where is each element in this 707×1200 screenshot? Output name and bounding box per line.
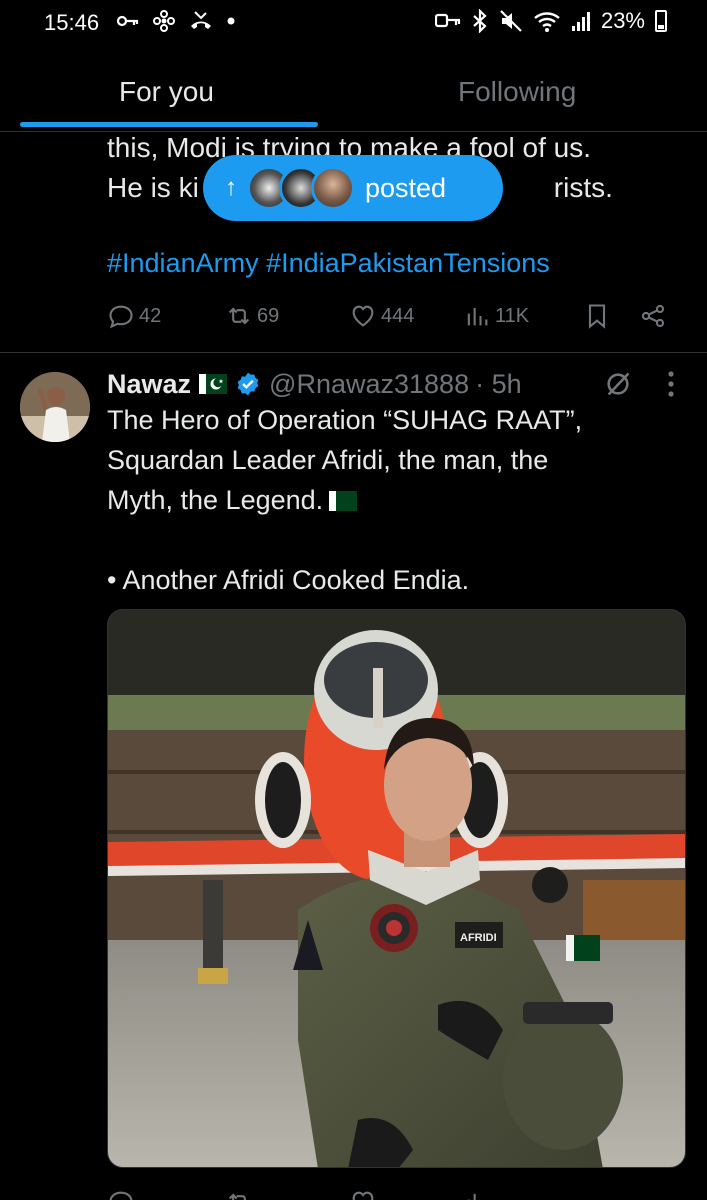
- active-tab-indicator: [20, 122, 318, 127]
- repost-button[interactable]: [225, 1188, 253, 1200]
- status-right-icons: 23%: [434, 8, 667, 34]
- reply-button[interactable]: [107, 1188, 135, 1200]
- repost-count: 69: [257, 304, 280, 327]
- key-icon: [116, 15, 139, 27]
- more-icon[interactable]: [658, 366, 684, 402]
- share-icon: [641, 304, 665, 328]
- author-name[interactable]: Nawaz: [107, 369, 191, 400]
- status-left-icons: [116, 9, 236, 33]
- reply-button[interactable]: 42: [107, 302, 161, 330]
- pilot-photo: AFRIDI: [108, 610, 685, 1167]
- poster-avatar-3: [311, 166, 355, 210]
- views-icon: [467, 307, 488, 326]
- like-button[interactable]: [349, 1188, 377, 1200]
- tweet-media-image[interactable]: AFRIDI: [107, 609, 686, 1168]
- status-bar: 15:46 23%: [0, 0, 707, 48]
- bookmark-icon: [588, 304, 606, 329]
- status-time: 15:46: [44, 10, 100, 35]
- mute-icon: [500, 10, 522, 32]
- like-icon: [352, 1191, 374, 1200]
- author-handle[interactable]: @Rnawaz31888: [269, 369, 469, 400]
- views-button[interactable]: [463, 1188, 491, 1200]
- repost-button[interactable]: 69: [225, 302, 279, 330]
- tweet-line-1: The Hero of Operation “SUHAG RAAT”,: [107, 405, 583, 435]
- repost-icon: [228, 1193, 246, 1200]
- bluetooth-icon: [473, 9, 487, 33]
- reply-icon: [109, 1191, 133, 1200]
- share-button[interactable]: [639, 302, 667, 330]
- tweet-timestamp[interactable]: · 5h: [475, 369, 522, 400]
- repost-icon: [228, 307, 250, 325]
- tweet-line-2: Squardan Leader Afridi, the man, the: [107, 445, 549, 475]
- previous-tweet-actions: 42 69 444 11K: [107, 302, 677, 336]
- new-posts-label: posted: [365, 172, 447, 203]
- tweet-bullet: • Another Afridi Cooked Endia.: [107, 565, 470, 595]
- battery-icon: [655, 10, 667, 32]
- pakistan-flag-icon: [329, 491, 358, 511]
- views-count: 11K: [495, 304, 530, 327]
- fan-icon: [153, 10, 175, 32]
- previous-tweet-hashtags[interactable]: #IndianArmy #IndiaPakistanTensions: [107, 248, 550, 279]
- key-icon: [434, 13, 461, 28]
- dot-icon: [227, 17, 235, 25]
- tweet-actions: [107, 1188, 677, 1200]
- name-patch-text: AFRIDI: [460, 932, 497, 944]
- views-button[interactable]: 11K: [463, 302, 529, 330]
- avatar[interactable]: [20, 372, 90, 442]
- tweet-line-3: Myth, the Legend.: [107, 480, 677, 520]
- timeline-tabs: For you Following: [0, 62, 707, 132]
- tweet-text[interactable]: The Hero of Operation “SUHAG RAAT”, Squa…: [107, 400, 677, 600]
- verified-icon: [237, 372, 259, 396]
- views-icon: [467, 1193, 476, 1200]
- up-arrow-icon: ↑: [225, 174, 237, 201]
- tab-for-you[interactable]: For you: [119, 76, 214, 108]
- reply-icon: [109, 305, 133, 329]
- bookmark-button[interactable]: [583, 302, 611, 330]
- tweet-header: Nawaz @Rnawaz31888 · 5h: [107, 366, 522, 402]
- battery-percent: 23%: [600, 8, 645, 33]
- pakistan-flag-icon: [199, 374, 228, 394]
- like-button[interactable]: 444: [349, 302, 414, 330]
- grok-icon[interactable]: [604, 370, 632, 398]
- tab-following[interactable]: Following: [458, 76, 576, 108]
- missed-call-icon: [191, 11, 211, 29]
- like-icon: [352, 305, 374, 327]
- tweet-divider: [0, 352, 707, 353]
- wifi-icon: [534, 12, 560, 32]
- like-count: 444: [381, 304, 415, 327]
- reply-count: 42: [139, 304, 162, 327]
- new-posts-pill[interactable]: ↑ posted: [203, 155, 503, 221]
- avatar-photo: [20, 372, 90, 442]
- signal-icon: [571, 12, 590, 31]
